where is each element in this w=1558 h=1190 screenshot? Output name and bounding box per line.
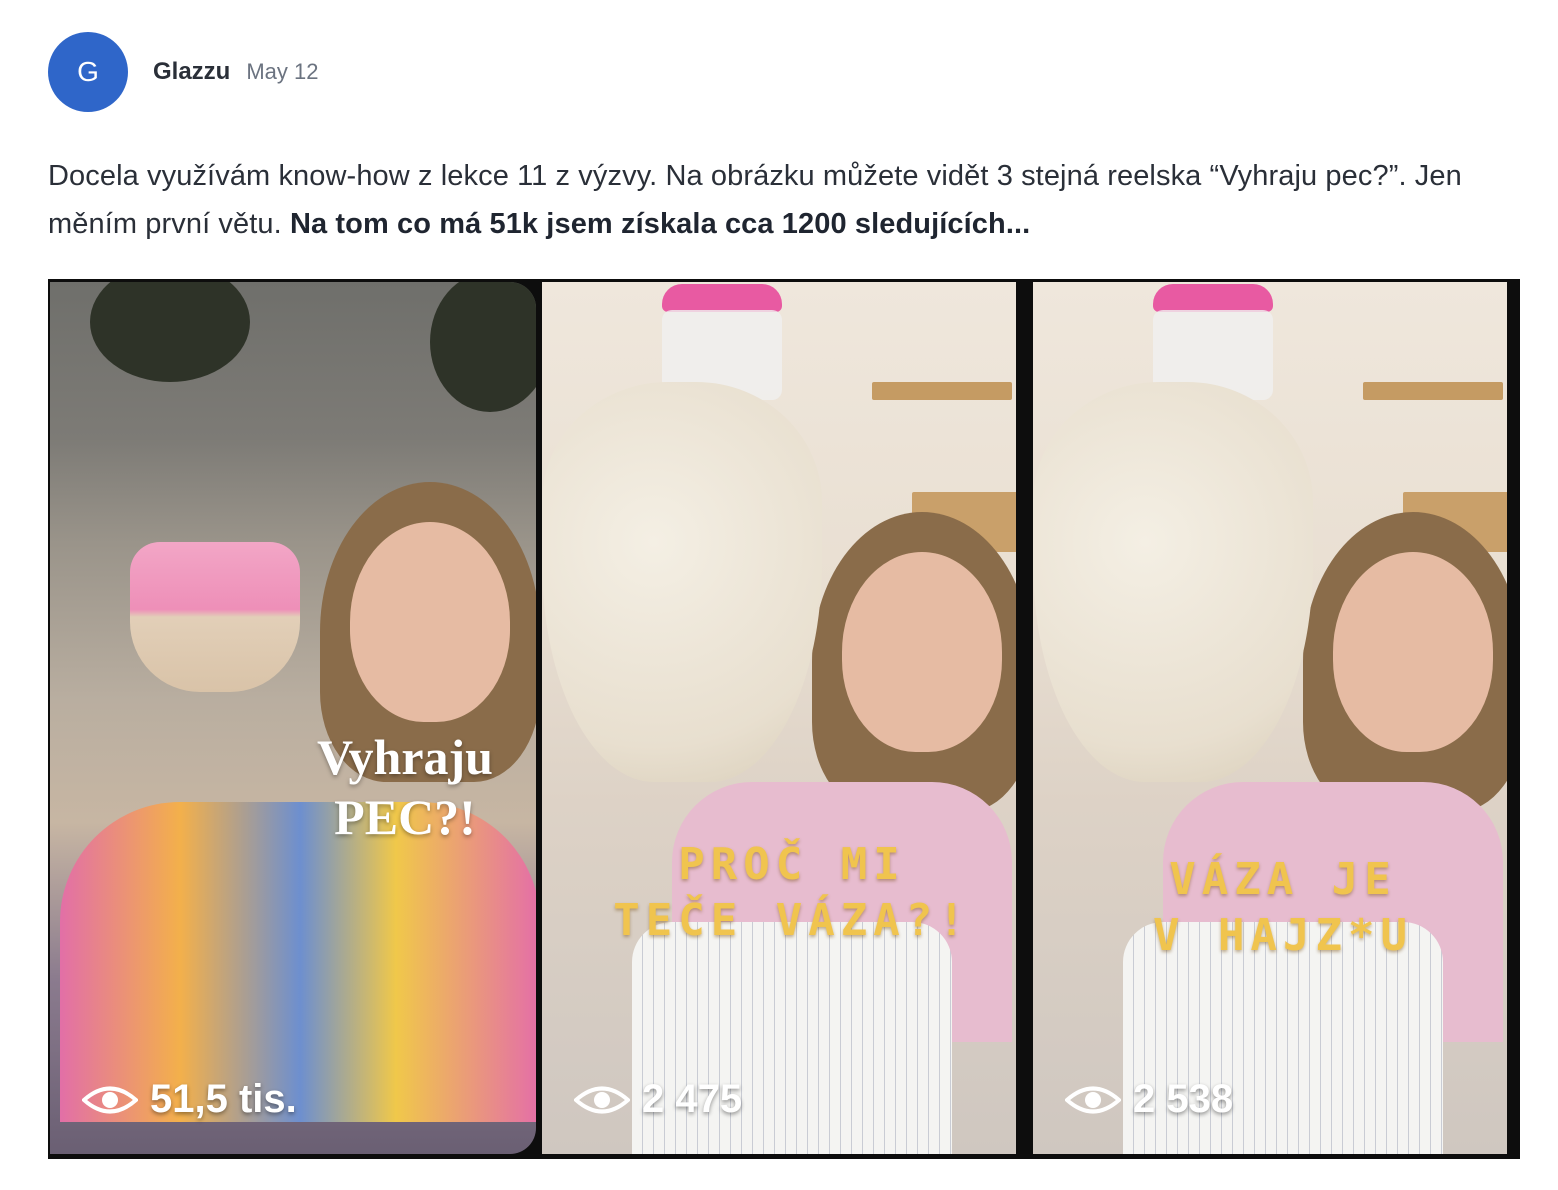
overlay-line-2: V HAJZ*U xyxy=(1153,910,1413,961)
pink-lid xyxy=(662,284,782,312)
overlay-line-2: PEC?! xyxy=(334,789,476,845)
post-header: G Glazzu May 12 xyxy=(48,32,319,112)
eye-icon xyxy=(1065,1086,1121,1113)
view-count: 2 475 xyxy=(574,1077,742,1122)
view-count-value: 51,5 tis. xyxy=(150,1077,297,1121)
overlay-line-1: Vyhraju xyxy=(317,729,493,785)
person-face xyxy=(842,552,1002,752)
eye-icon xyxy=(574,1086,630,1113)
reel-overlay-text: PROČ MI TEČE VÁZA?! xyxy=(602,837,982,949)
view-count-value: 2 538 xyxy=(1133,1077,1234,1121)
ceramic-vase xyxy=(1033,382,1313,782)
author-name[interactable]: Glazzu xyxy=(153,58,230,86)
pink-lid xyxy=(1153,284,1273,312)
person-sweater xyxy=(60,802,536,1122)
overlay-line-1: VÁZA JE xyxy=(1169,854,1397,905)
reel-thumbnail-1[interactable]: Vyhraju PEC?! 51,5 tis. xyxy=(50,282,536,1154)
person-face xyxy=(350,522,510,722)
shelf xyxy=(872,382,1012,400)
post-text: Docela využívám know-how z lekce 11 z vý… xyxy=(48,152,1508,248)
reel-overlay-text: Vyhraju PEC?! xyxy=(260,727,536,847)
eye-icon xyxy=(82,1086,138,1113)
reel-thumbnail-2[interactable]: PROČ MI TEČE VÁZA?! 2 475 xyxy=(542,282,1016,1154)
view-count-value: 2 475 xyxy=(642,1077,743,1121)
person-face xyxy=(1333,552,1493,752)
overlay-line-1: PROČ MI xyxy=(678,839,906,890)
overlay-line-2: TEČE VÁZA?! xyxy=(613,895,971,946)
shelf xyxy=(1363,382,1503,400)
ceramic-cup xyxy=(130,542,300,692)
post-card: G Glazzu May 12 Docela využívám know-how… xyxy=(0,0,1558,1190)
post-text-bold: Na tom co má 51k jsem získala cca 1200 s… xyxy=(289,208,1031,240)
image-gallery[interactable]: Vyhraju PEC?! 51,5 tis. PROČ MI TEČE VÁZ… xyxy=(48,279,1520,1159)
view-count: 2 538 xyxy=(1065,1077,1233,1122)
reel-overlay-text: VÁZA JE V HAJZ*U xyxy=(1093,852,1473,964)
ceramic-vase xyxy=(542,382,822,782)
avatar[interactable]: G xyxy=(48,32,128,112)
reel-thumbnail-3[interactable]: VÁZA JE V HAJZ*U 2 538 xyxy=(1033,282,1507,1154)
view-count: 51,5 tis. xyxy=(82,1077,297,1122)
post-date[interactable]: May 12 xyxy=(246,59,318,85)
